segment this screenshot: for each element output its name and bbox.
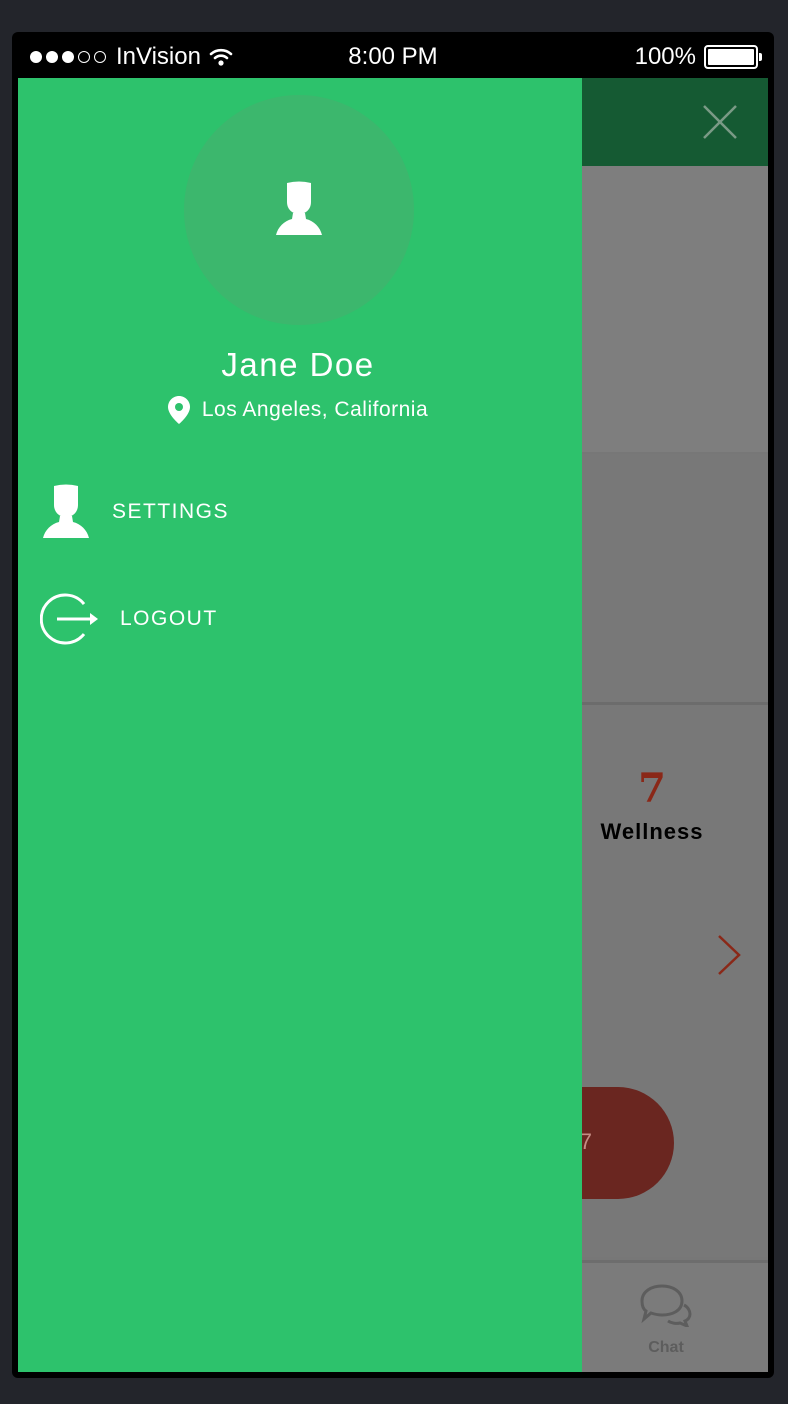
- battery-percent: 100%: [634, 43, 696, 70]
- battery-status: 100%: [634, 43, 762, 71]
- location-pin-icon: [167, 396, 190, 424]
- location-text: Los Angeles, California: [201, 398, 429, 421]
- wellness-label: Wellness: [600, 819, 704, 844]
- menu-item-settings[interactable]: SETTINGS: [40, 484, 229, 540]
- logout-label: LOGOUT: [120, 607, 218, 630]
- close-icon[interactable]: [700, 102, 740, 142]
- phone-screen: InVision 8:00 PM 100% 7 Wellness Chat Ja…: [18, 34, 768, 1372]
- user-icon: [276, 181, 322, 235]
- status-bar: InVision 8:00 PM 100%: [18, 34, 768, 78]
- chevron-right-icon[interactable]: [715, 933, 745, 977]
- menu-item-logout[interactable]: LOGOUT: [40, 592, 218, 646]
- side-drawer: Jane Doe Los Angeles, California SETTING…: [18, 78, 582, 1372]
- battery-icon: [704, 45, 762, 69]
- user-name: Jane Doe: [221, 346, 375, 383]
- wellness-count: 7: [638, 765, 666, 812]
- user-location: Los Angeles, California: [18, 396, 578, 424]
- logout-icon: [40, 593, 98, 645]
- tab-chat-label[interactable]: Chat: [624, 1339, 708, 1357]
- user-settings-icon: [43, 484, 89, 538]
- avatar[interactable]: [184, 95, 414, 325]
- chat-icon[interactable]: [638, 1283, 692, 1327]
- settings-label: SETTINGS: [112, 500, 230, 523]
